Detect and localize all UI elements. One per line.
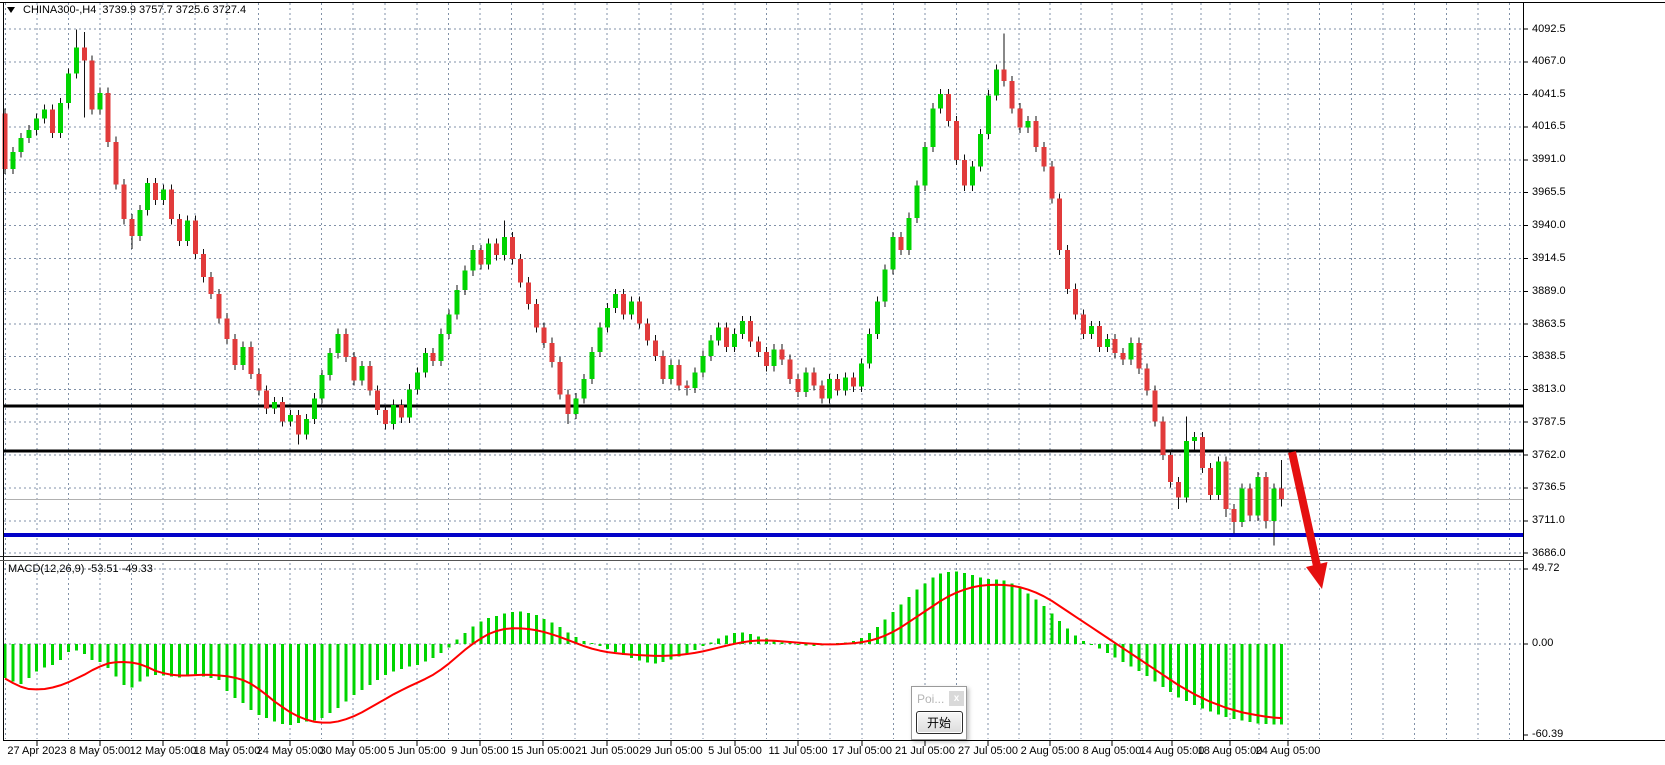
trend-arrow[interactable] xyxy=(1292,452,1328,589)
price-tick-label: 3889.0 xyxy=(1532,285,1566,298)
price-tick-label: 4067.0 xyxy=(1532,55,1566,68)
price-tick-label: 4092.5 xyxy=(1532,23,1566,36)
time-tick-label: 21 Jul 05:00 xyxy=(895,745,955,757)
price-tick-label: 3736.5 xyxy=(1532,481,1566,494)
popup-title-text: Poi... xyxy=(917,692,944,706)
macd-tick-label: 0.00 xyxy=(1532,637,1553,650)
start-button[interactable]: 开始 xyxy=(916,711,963,734)
time-tick-label: 18 Aug 05:00 xyxy=(1198,745,1263,757)
time-tick-label: 11 Jul 05:00 xyxy=(768,745,827,757)
time-tick-label: 8 Aug 05:00 xyxy=(1083,745,1142,757)
symbol-period-label: CHINA300-,H4 xyxy=(23,4,96,16)
time-tick-label: 12 May 05:00 xyxy=(130,745,197,757)
chart-header: CHINA300-,H4 3739.9 3757.7 3725.6 3727.4 xyxy=(7,4,246,16)
price-tick-label: 3991.0 xyxy=(1532,153,1566,166)
candles-layer xyxy=(3,30,1285,546)
time-tick-label: 17 Jul 05:00 xyxy=(832,745,892,757)
script-popup-window[interactable]: Poi... x 开始 xyxy=(911,686,967,740)
price-tick-label: 3711.0 xyxy=(1532,514,1565,527)
time-tick-label: 15 Jun 05:00 xyxy=(511,745,575,757)
mt4-chart-window: { "header": { "symbol_period": "CHINA300… xyxy=(0,0,1665,765)
price-tick-label: 3686.0 xyxy=(1532,547,1566,560)
macd-indicator-label: MACD(12,26,9) -53.51 -49.33 xyxy=(8,563,153,576)
time-axis[interactable]: 27 Apr 2023 8 May 05:0012 May 05:0018 May… xyxy=(0,741,1665,765)
time-tick-label: 2 Aug 05:00 xyxy=(1021,745,1080,757)
popup-title-bar[interactable]: Poi... x xyxy=(912,687,966,710)
chart-canvas[interactable] xyxy=(0,0,1665,765)
time-tick-label: 30 May 05:00 xyxy=(320,745,387,757)
price-tick-label: 3863.5 xyxy=(1532,318,1566,331)
chart-expand-icon[interactable] xyxy=(7,7,15,13)
time-tick-label: 24 Aug 05:00 xyxy=(1256,745,1321,757)
price-tick-label: 3787.5 xyxy=(1532,416,1566,429)
price-tick-label: 3940.0 xyxy=(1532,219,1566,232)
time-tick-label: 18 May 05:00 xyxy=(194,745,261,757)
time-tick-label: 5 Jul 05:00 xyxy=(708,745,762,757)
price-tick-label: 4041.5 xyxy=(1532,88,1566,101)
price-axis[interactable]: 4092.5 4067.0 4041.5 4016.5 3991.0 3965.5 3940… xyxy=(1524,0,1665,765)
time-tick-label: 5 Jun 05:00 xyxy=(388,745,446,757)
time-tick-label: 21 Jun 05:00 xyxy=(575,745,639,757)
popup-close-icon[interactable]: x xyxy=(949,691,964,706)
time-tick-label: 8 May 05:00 xyxy=(70,745,131,757)
time-tick-label: 27 Apr 2023 xyxy=(7,745,66,757)
price-tick-label: 3965.5 xyxy=(1532,186,1566,199)
time-tick-label: 24 May 05:00 xyxy=(257,745,324,757)
price-tick-label: 4016.5 xyxy=(1532,120,1566,133)
macd-tick-label: 49.72 xyxy=(1532,562,1560,575)
price-tick-label: 3914.5 xyxy=(1532,252,1566,265)
time-tick-label: 9 Jun 05:00 xyxy=(451,745,509,757)
price-tick-label: 3838.5 xyxy=(1532,350,1566,363)
time-tick-label: 14 Aug 05:00 xyxy=(1140,745,1205,757)
price-tick-label: 3762.0 xyxy=(1532,449,1566,462)
price-tick-label: 3813.0 xyxy=(1532,383,1566,396)
time-tick-label: 29 Jun 05:00 xyxy=(639,745,703,757)
time-tick-label: 27 Jul 05:00 xyxy=(958,745,1018,757)
macd-tick-label: -60.39 xyxy=(1532,728,1563,741)
ohlc-values: 3739.9 3757.7 3725.6 3727.4 xyxy=(102,4,246,16)
